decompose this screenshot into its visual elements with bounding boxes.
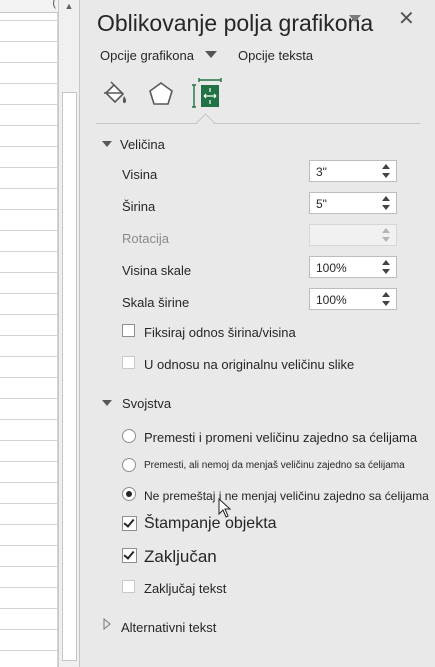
move-dont-size-radio[interactable] xyxy=(122,458,136,472)
dont-move-or-size-radio[interactable] xyxy=(122,487,136,501)
format-chart-area-pane: Oblikovanje polja grafikona ✕ Opcije gra… xyxy=(79,0,435,667)
column-header-label: ( xyxy=(52,0,56,9)
close-icon[interactable]: ✕ xyxy=(398,9,415,29)
scale-width-spinner[interactable]: 100% xyxy=(309,288,397,310)
size-properties-icon[interactable] xyxy=(191,78,227,110)
print-object-checkbox[interactable] xyxy=(122,516,137,531)
fill-line-icon[interactable] xyxy=(100,80,130,110)
scale-width-value[interactable]: 100% xyxy=(316,293,347,307)
vertical-scrollbar[interactable]: ▲ xyxy=(58,0,79,667)
relative-original-label: U odnosu na originalnu veličinu slike xyxy=(144,357,355,372)
size-section-heading[interactable]: Veličina xyxy=(120,137,165,152)
scroll-up-arrow-icon[interactable]: ▲ xyxy=(59,0,79,12)
lock-aspect-checkbox[interactable] xyxy=(122,324,135,337)
column-header[interactable]: ( xyxy=(0,0,58,13)
spin-up-icon[interactable] xyxy=(382,260,390,265)
effects-icon[interactable] xyxy=(146,79,176,109)
spin-down-icon[interactable] xyxy=(382,173,390,178)
width-spinner[interactable]: 5" xyxy=(309,192,397,214)
relative-original-checkbox xyxy=(122,356,135,369)
spin-down-icon xyxy=(382,237,390,242)
print-object-label[interactable]: Štampanje objekta xyxy=(144,515,277,533)
move-and-size-radio[interactable] xyxy=(122,429,136,443)
pane-title: Oblikovanje polja grafikona xyxy=(97,10,374,36)
spin-up-icon[interactable] xyxy=(382,164,390,169)
dont-move-or-size-label[interactable]: Ne premeštaj i ne menjaj veličinu zajedn… xyxy=(144,489,429,503)
scale-height-label: Visina skale xyxy=(122,263,192,278)
height-value[interactable]: 3" xyxy=(316,165,327,179)
scale-height-spinner[interactable]: 100% xyxy=(309,256,397,278)
collapse-properties-icon[interactable] xyxy=(102,400,112,406)
expand-alt-text-icon[interactable] xyxy=(103,618,111,630)
spin-up-icon xyxy=(382,228,390,233)
collapse-size-icon[interactable] xyxy=(102,141,112,147)
scale-height-value[interactable]: 100% xyxy=(316,261,347,275)
spin-up-icon[interactable] xyxy=(382,196,390,201)
rotation-label: Rotacija xyxy=(122,231,169,246)
spin-down-icon[interactable] xyxy=(382,205,390,210)
mouse-pointer-icon xyxy=(218,498,232,518)
rotation-spinner xyxy=(309,224,397,246)
lock-text-label: Zaključaj tekst xyxy=(144,581,227,596)
icon-row-separator xyxy=(96,123,420,124)
locked-checkbox[interactable] xyxy=(122,548,137,563)
width-label: Širina xyxy=(122,199,156,214)
width-value[interactable]: 5" xyxy=(316,197,327,211)
tab-chart-options[interactable]: Opcije grafikona xyxy=(100,48,194,63)
height-label: Visina xyxy=(122,167,158,182)
height-spinner[interactable]: 3" xyxy=(309,160,397,182)
chart-options-dropdown-icon[interactable] xyxy=(205,51,217,58)
properties-section-heading[interactable]: Svojstva xyxy=(122,396,171,411)
grid-lines xyxy=(0,0,58,667)
spin-down-icon[interactable] xyxy=(382,301,390,306)
move-dont-size-label[interactable]: Premesti, ali nemoj da menjaš veličinu z… xyxy=(144,460,405,471)
spreadsheet-grid[interactable]: ( xyxy=(0,0,58,667)
scale-width-label: Skala širine xyxy=(122,295,190,310)
alt-text-section-heading[interactable]: Alternativni tekst xyxy=(121,620,216,635)
lock-aspect-label[interactable]: Fiksiraj odnos širina/visina xyxy=(144,325,296,340)
pane-title-dropdown-icon[interactable] xyxy=(349,15,361,22)
spin-down-icon[interactable] xyxy=(382,269,390,274)
locked-label[interactable]: Zaključan xyxy=(144,547,217,567)
spin-up-icon[interactable] xyxy=(382,292,390,297)
move-and-size-label[interactable]: Premesti i promeni veličinu zajedno sa ć… xyxy=(144,430,417,445)
scrollbar-thumb[interactable] xyxy=(62,92,77,661)
lock-text-checkbox xyxy=(122,580,135,593)
active-tab-indicator xyxy=(196,113,215,132)
tab-text-options[interactable]: Opcije teksta xyxy=(238,48,313,63)
